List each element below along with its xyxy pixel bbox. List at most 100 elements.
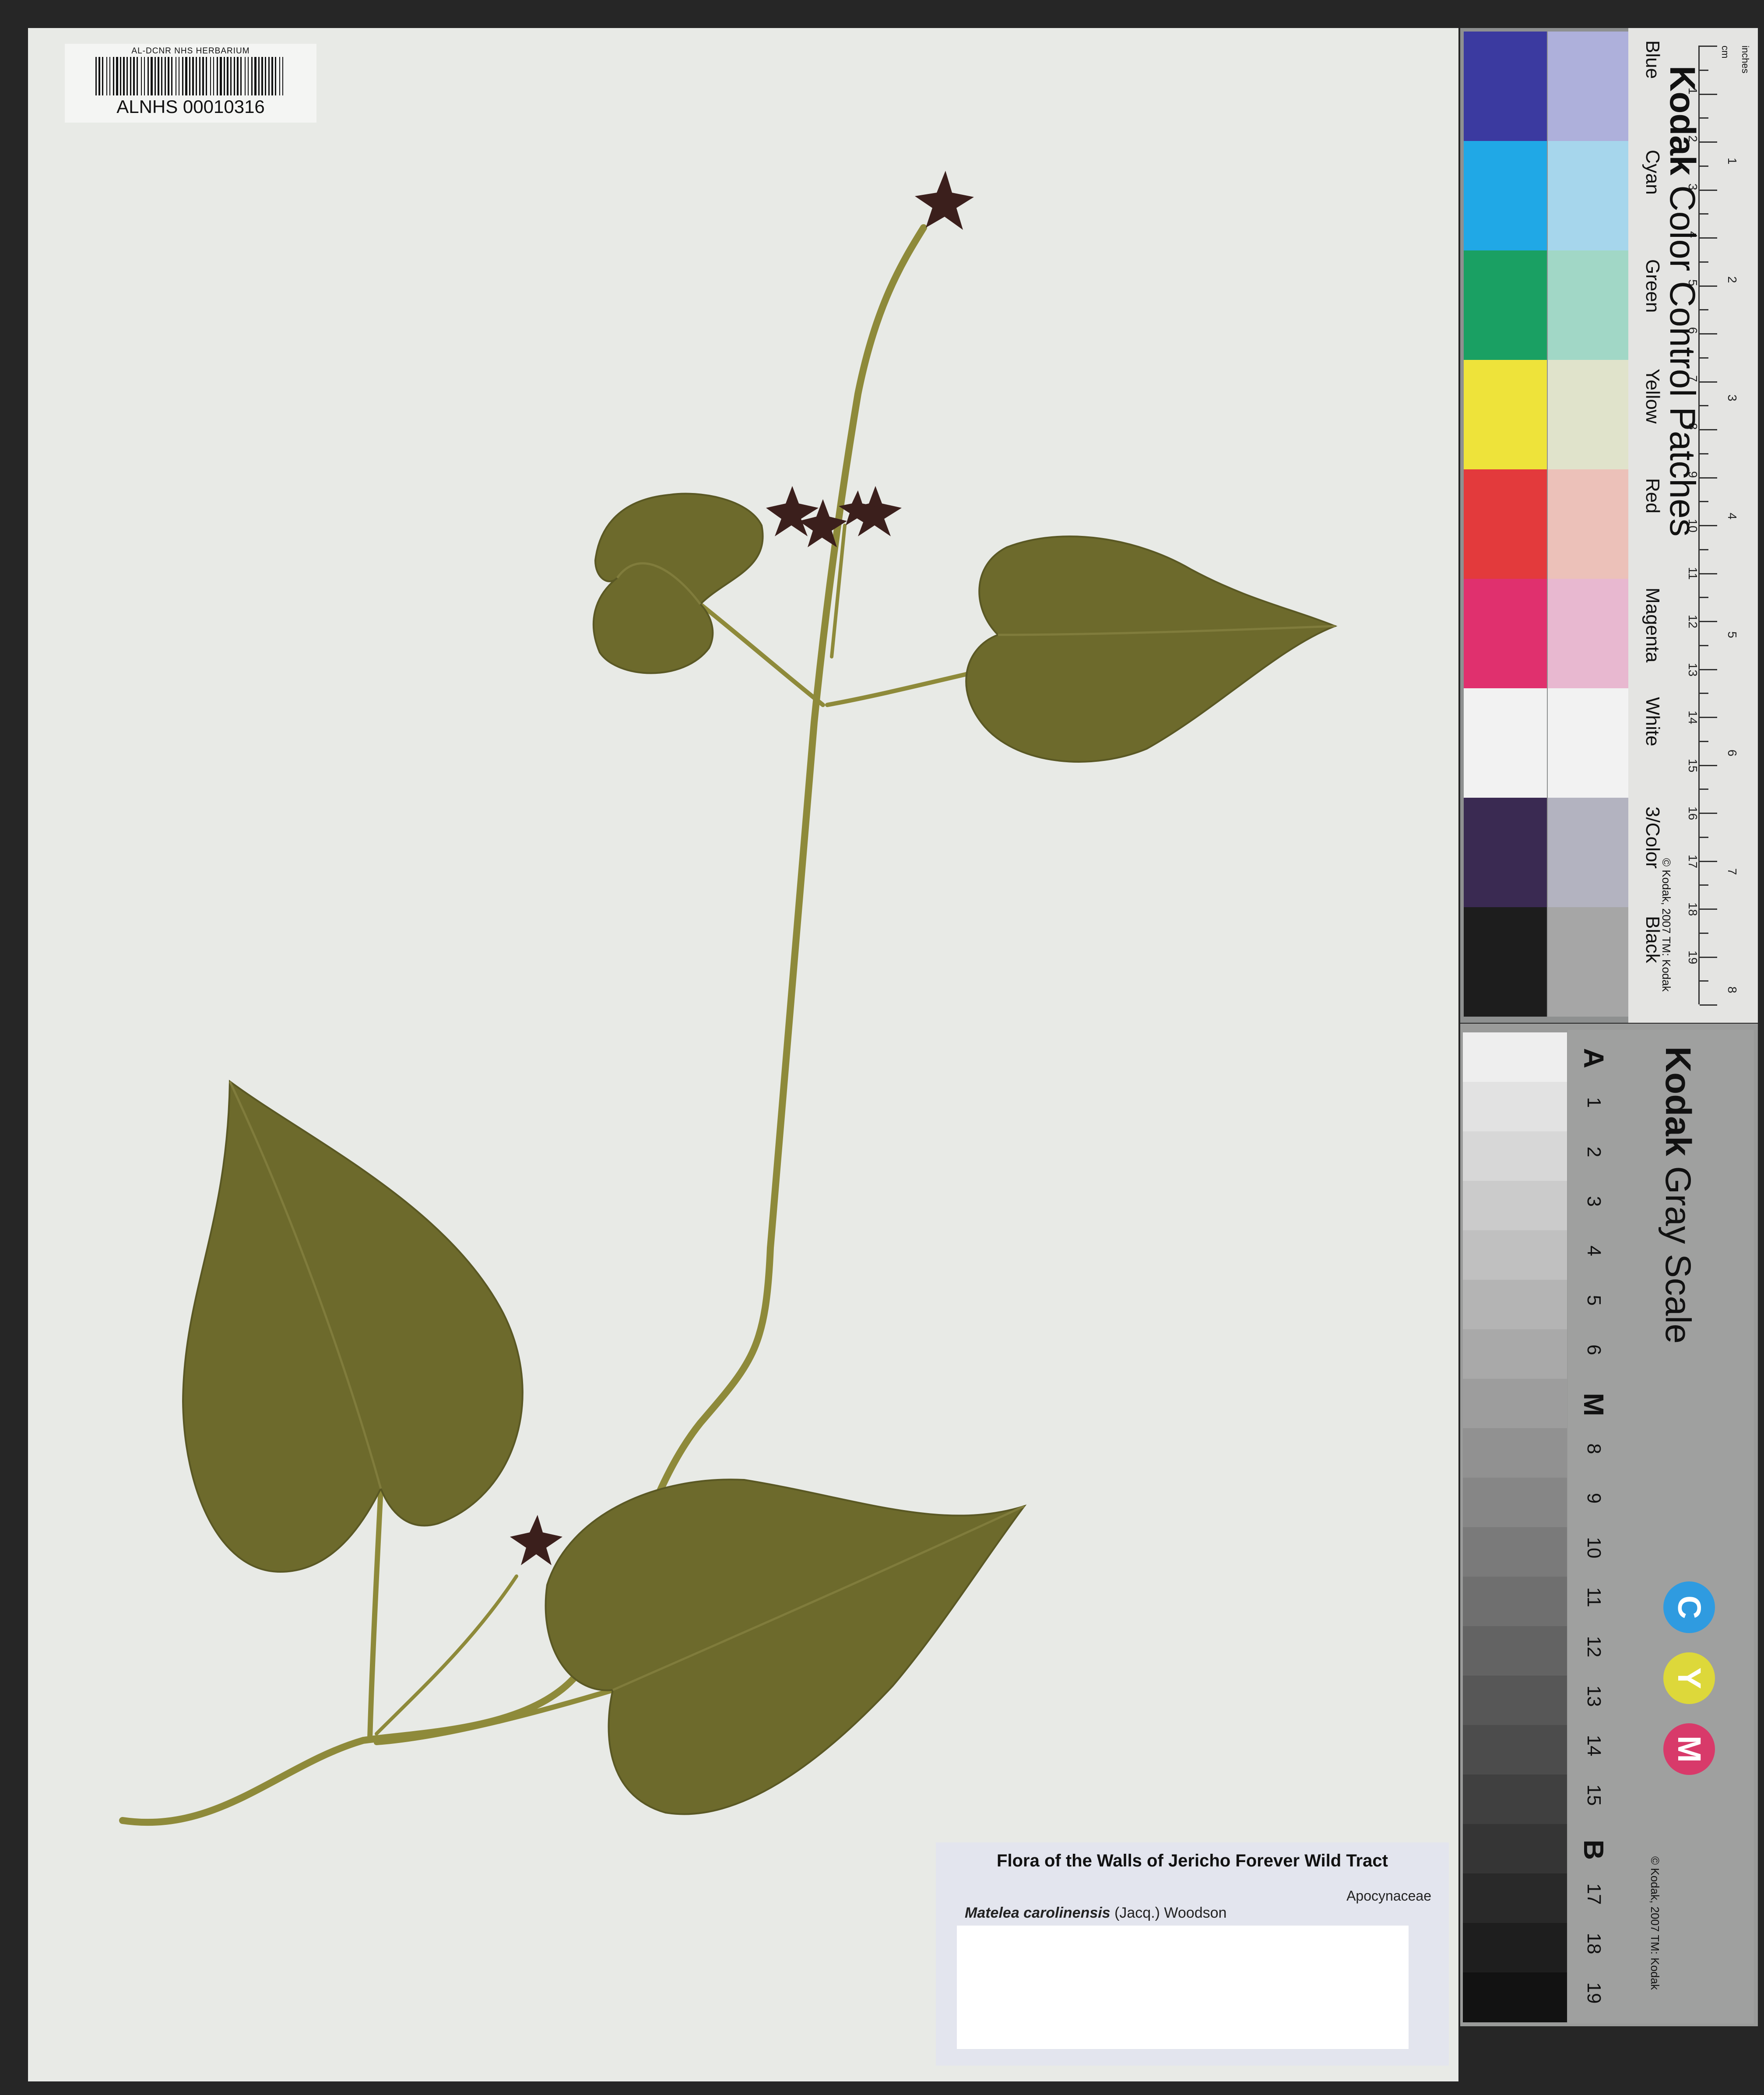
ruler-inch-number: 5 <box>1725 631 1739 638</box>
ruler-tick <box>1700 813 1717 814</box>
barcode-bar <box>158 57 159 95</box>
patch-blue-light <box>1548 32 1631 141</box>
gray-step-label: 13 <box>1583 1685 1605 1707</box>
ruler-tick <box>1700 717 1717 718</box>
barcode-bar <box>240 57 242 95</box>
gray-step <box>1463 1775 1567 1824</box>
patch-black-dark <box>1464 907 1547 1017</box>
gray-step-label: 14 <box>1583 1735 1605 1757</box>
flowers <box>510 171 974 1565</box>
gray-step-label: 11 <box>1583 1587 1605 1607</box>
gray-step <box>1463 1032 1567 1082</box>
color-card-title: Kodak Color Control Patches <box>1662 66 1703 537</box>
gray-step-label: 15 <box>1583 1784 1605 1806</box>
barcode-bar <box>165 57 166 95</box>
ruler-tick <box>1700 884 1708 886</box>
barcode-bar <box>113 57 114 95</box>
barcode-bar <box>261 57 263 95</box>
barcode-bar <box>127 57 128 95</box>
barcode-bar <box>265 57 266 95</box>
barcode-bar <box>109 57 110 95</box>
lower-peduncle <box>375 1574 518 1736</box>
gray-step-label: 2 <box>1583 1146 1605 1158</box>
leaves <box>182 493 1338 1815</box>
ruler-cm-number: 12 <box>1686 615 1700 629</box>
gray-step <box>1463 1329 1567 1379</box>
barcode-bar <box>130 57 131 95</box>
ruler-tick <box>1700 740 1708 742</box>
barcode-icon <box>95 57 283 95</box>
patch-3color-dark <box>1464 798 1547 907</box>
patch-red-dark <box>1464 469 1547 579</box>
gray-step <box>1463 1577 1567 1627</box>
gray-step-label: 5 <box>1583 1295 1605 1306</box>
ruler-tick <box>1700 980 1708 982</box>
flower-lower <box>510 1515 562 1565</box>
gray-step <box>1463 1082 1567 1132</box>
patch-yellow-dark <box>1464 360 1547 469</box>
label-family: Apocynaceae <box>1346 1888 1431 1904</box>
barcode-bar <box>141 57 142 95</box>
gray-step-label: 19 <box>1583 1982 1605 2004</box>
gray-step <box>1463 1676 1567 1725</box>
barcode-bar <box>171 57 172 95</box>
ruler-inch-number: 7 <box>1725 868 1739 875</box>
barcode-bar <box>155 57 156 95</box>
patch-label: Magenta <box>1642 588 1663 663</box>
ruler-tick <box>1700 549 1708 550</box>
yellow-dot: Y <box>1663 1652 1715 1704</box>
barcode-bar <box>271 57 273 95</box>
leaf-upper-left <box>592 493 764 674</box>
ruler-inch-number: 3 <box>1725 394 1739 401</box>
patch-3color-light <box>1548 798 1631 907</box>
gray-step <box>1463 1280 1567 1330</box>
ruler-tick <box>1700 956 1717 958</box>
barcode-bar <box>227 57 228 95</box>
gray-scale-title-text: Gray Scale <box>1658 1166 1698 1344</box>
ruler-tick <box>1700 836 1708 838</box>
gray-step <box>1463 1626 1567 1676</box>
patch-black-light <box>1548 907 1631 1017</box>
patch-label: Green <box>1642 259 1663 313</box>
barcode-bar <box>248 57 249 95</box>
flower-top <box>915 171 974 230</box>
barcode-bar <box>258 57 260 95</box>
ruler-cm-number: 16 <box>1686 806 1700 820</box>
upper-petiole-left <box>698 602 825 707</box>
ruler-tick <box>1700 597 1708 599</box>
ruler-inch-number: 6 <box>1725 750 1739 757</box>
barcode-bar <box>161 57 162 95</box>
patch-label: 3/Color <box>1642 806 1663 869</box>
barcode-bar <box>279 57 280 95</box>
barcode-bar <box>268 57 270 95</box>
barcode-bar <box>234 57 235 95</box>
ruler-tick <box>1700 669 1717 670</box>
barcode-bar <box>206 57 207 95</box>
ruler-tick <box>1700 908 1717 910</box>
ruler-cm-number: 14 <box>1686 711 1700 725</box>
ruler-tick <box>1700 1004 1717 1006</box>
label-title: Flora of the Walls of Jericho Forever Wi… <box>997 1851 1388 1870</box>
magenta-dot: M <box>1663 1723 1715 1775</box>
barcode-bar <box>213 57 214 95</box>
cyan-dot: C <box>1663 1581 1715 1633</box>
barcode-bar <box>251 57 253 95</box>
gray-step <box>1463 1230 1567 1280</box>
gray-step-label: 1 <box>1583 1097 1605 1108</box>
ruler-tick <box>1700 46 1717 47</box>
barcode-bar <box>192 57 194 95</box>
barcode-bar <box>202 57 204 95</box>
gray-step-label: 18 <box>1583 1933 1605 1954</box>
ruler-cm-number: 11 <box>1686 567 1700 580</box>
ruler-cm-number: 17 <box>1686 854 1700 868</box>
barcode-bar <box>120 57 121 95</box>
ruler-tick <box>1700 789 1708 790</box>
patch-label: White <box>1642 697 1663 746</box>
ruler-tick <box>1700 644 1708 646</box>
ruler-cm-number: 13 <box>1686 662 1700 676</box>
gray-step <box>1463 1478 1567 1528</box>
gray-step-label: 8 <box>1583 1443 1605 1454</box>
barcode-bar <box>182 57 183 95</box>
ruler-inch-number: 1 <box>1725 158 1739 165</box>
patch-blue-dark <box>1464 32 1547 141</box>
